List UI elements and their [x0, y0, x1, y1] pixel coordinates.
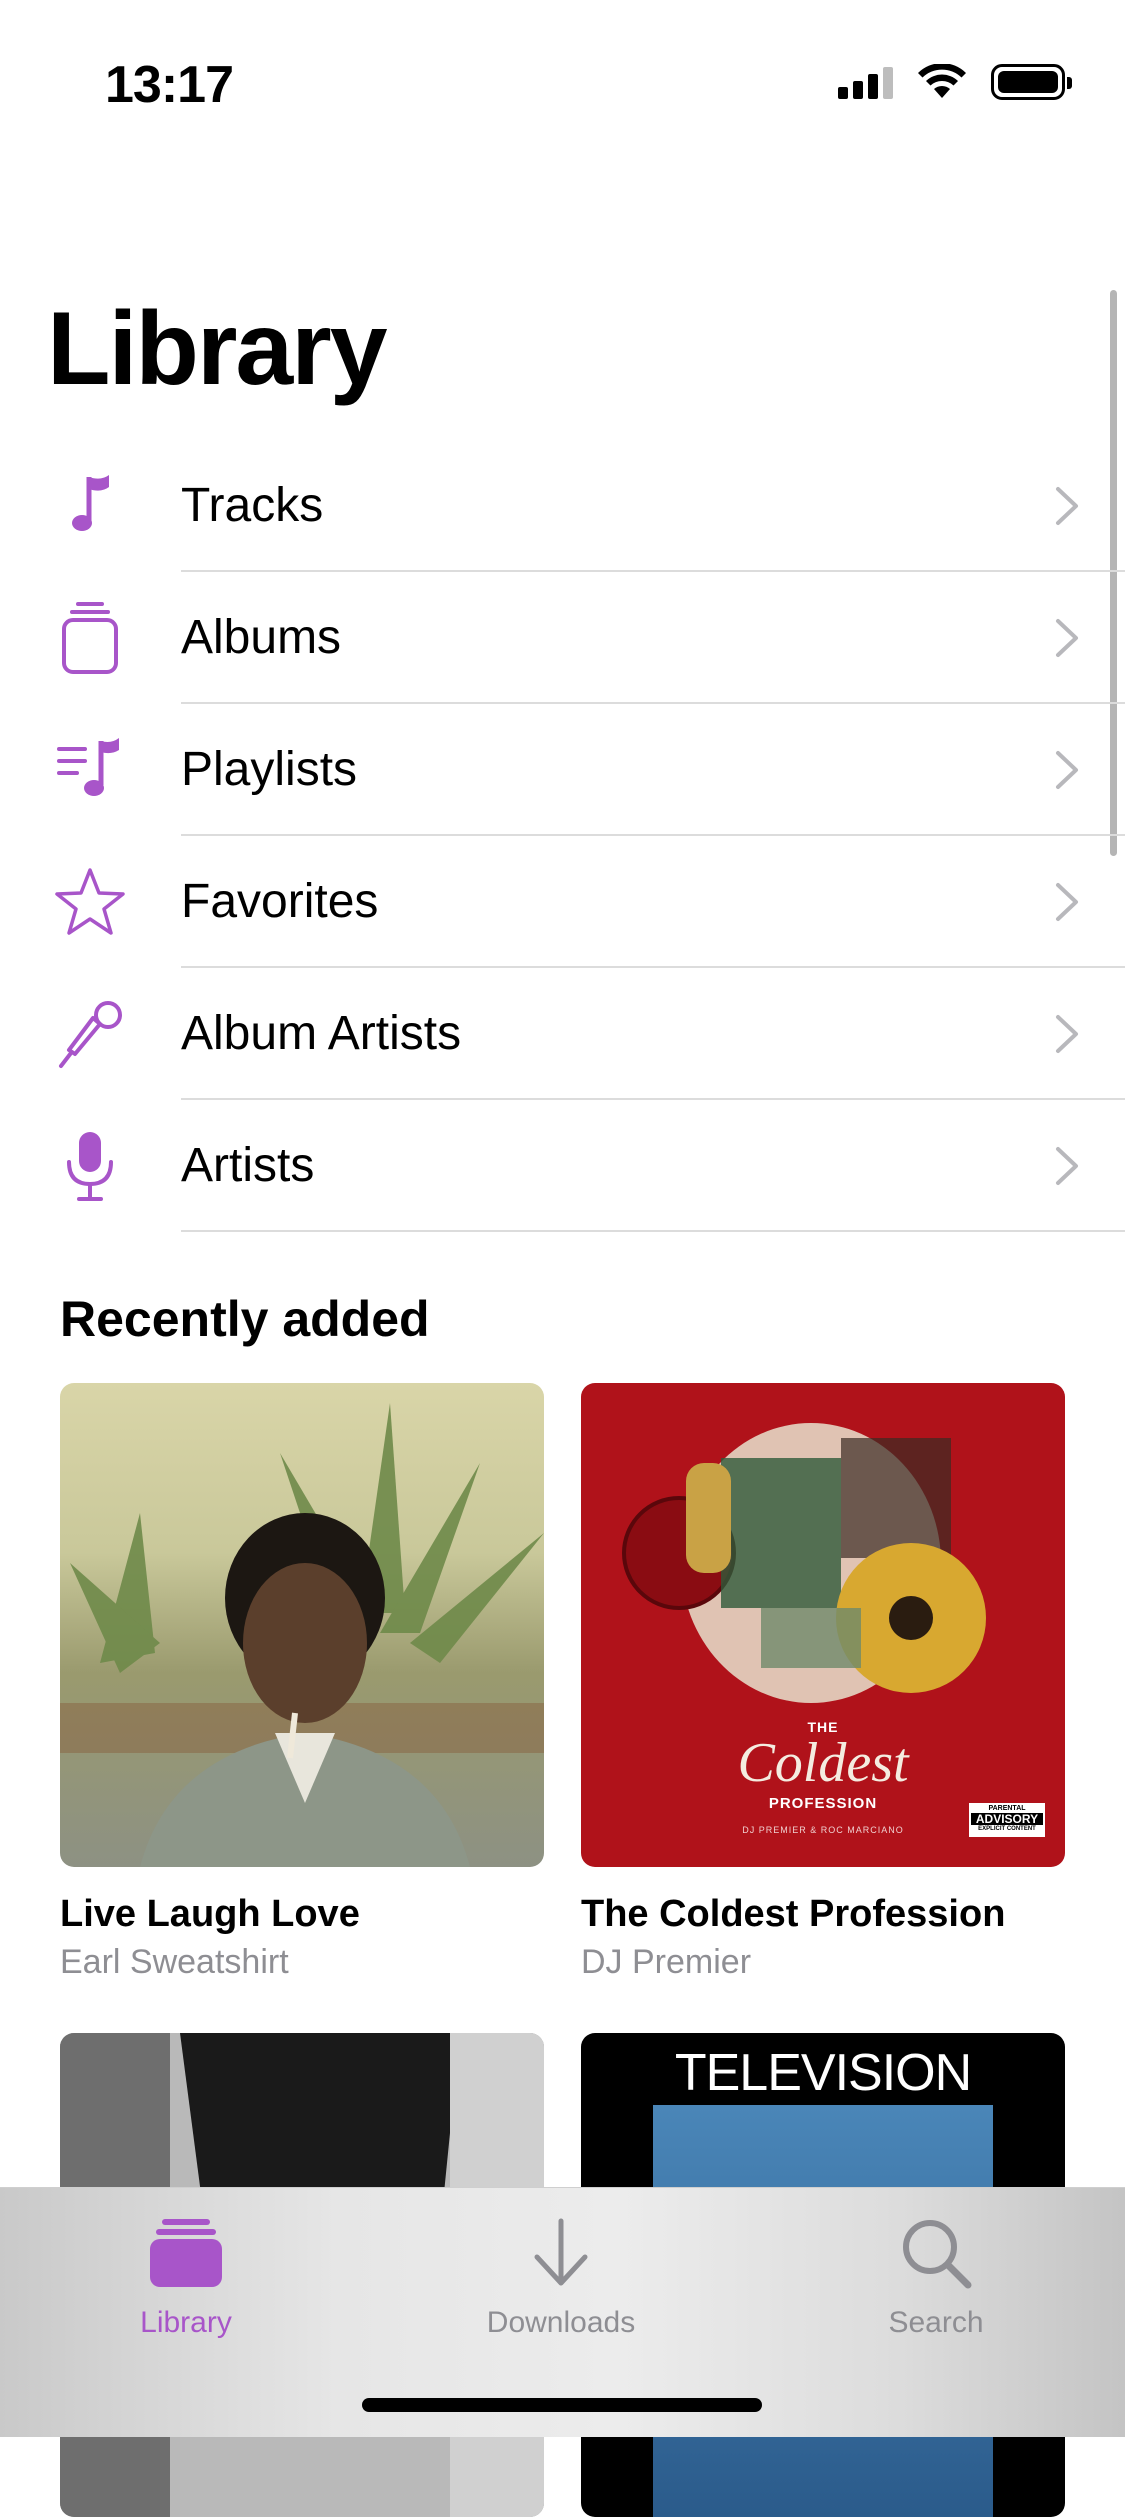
chevron-right-icon [1056, 487, 1078, 525]
album-title: Live Laugh Love [60, 1893, 360, 1935]
wifi-icon [918, 64, 966, 98]
status-bar: 13:17 [0, 0, 1125, 150]
album-stack-icon [48, 602, 132, 674]
chevron-right-icon [1056, 1015, 1078, 1053]
chevron-right-icon [1056, 619, 1078, 657]
menu-item-label: Albums [181, 611, 342, 664]
download-icon [431, 2208, 691, 2298]
menu-item-playlists[interactable]: Playlists [0, 704, 1125, 836]
chevron-right-icon [1056, 1147, 1078, 1185]
home-indicator [362, 2398, 762, 2412]
cover-text-main: Coldest [737, 1732, 909, 1794]
page-title: Library [47, 291, 388, 407]
star-icon [48, 867, 132, 937]
tab-library[interactable]: Library [56, 2208, 316, 2340]
microphone-icon [48, 1131, 132, 1201]
menu-item-label: Tracks [181, 479, 324, 532]
menu-item-artists[interactable]: Artists [0, 1100, 1125, 1232]
album-card[interactable]: THE Coldest PROFESSION DJ PREMIER & ROC … [581, 1383, 1065, 1981]
microphone-tilted-icon [48, 999, 132, 1069]
album-artist: Earl Sweatshirt [60, 1943, 289, 1981]
menu-item-tracks[interactable]: Tracks [0, 440, 1125, 572]
tab-bar: Library Downloads Search [0, 2187, 1125, 2437]
status-time: 13:17 [105, 56, 234, 114]
divider [181, 1230, 1125, 1232]
battery-icon [991, 64, 1072, 100]
menu-item-label: Artists [181, 1139, 315, 1192]
album-artist: DJ Premier [581, 1943, 752, 1981]
menu-item-label: Favorites [181, 875, 379, 928]
album-card[interactable]: Live Laugh Love Earl Sweatshirt [60, 1383, 544, 1981]
menu-item-album-artists[interactable]: Album Artists [0, 968, 1125, 1100]
album-title: The Coldest Profession [581, 1893, 1006, 1935]
section-title: Recently added [60, 1291, 430, 1347]
chevron-right-icon [1056, 751, 1078, 789]
tab-label: Search [888, 2306, 984, 2339]
library-menu: Tracks Albums Playlists Favorites Album … [0, 440, 1125, 1232]
menu-item-favorites[interactable]: Favorites [0, 836, 1125, 968]
tab-downloads[interactable]: Downloads [431, 2208, 691, 2340]
playlist-icon [48, 735, 132, 805]
menu-item-albums[interactable]: Albums [0, 572, 1125, 704]
library-icon [56, 2208, 316, 2298]
menu-item-label: Album Artists [181, 1007, 462, 1060]
parental-advisory-badge: PARENTAL ADVISORY EXPLICIT CONTENT [969, 1803, 1045, 1837]
cover-text-main: TELEVISION [674, 2044, 972, 2102]
tab-search[interactable]: Search [806, 2208, 1066, 2340]
cellular-signal-icon [838, 65, 893, 99]
music-note-icon [48, 471, 132, 541]
tab-label: Downloads [486, 2306, 636, 2339]
search-icon [806, 2208, 1066, 2298]
tab-label: Library [140, 2306, 232, 2339]
chevron-right-icon [1056, 883, 1078, 921]
album-cover[interactable] [60, 1383, 544, 1867]
album-cover[interactable]: THE Coldest PROFESSION DJ PREMIER & ROC … [581, 1383, 1065, 1867]
menu-item-label: Playlists [181, 743, 358, 796]
status-icons [838, 64, 1072, 100]
